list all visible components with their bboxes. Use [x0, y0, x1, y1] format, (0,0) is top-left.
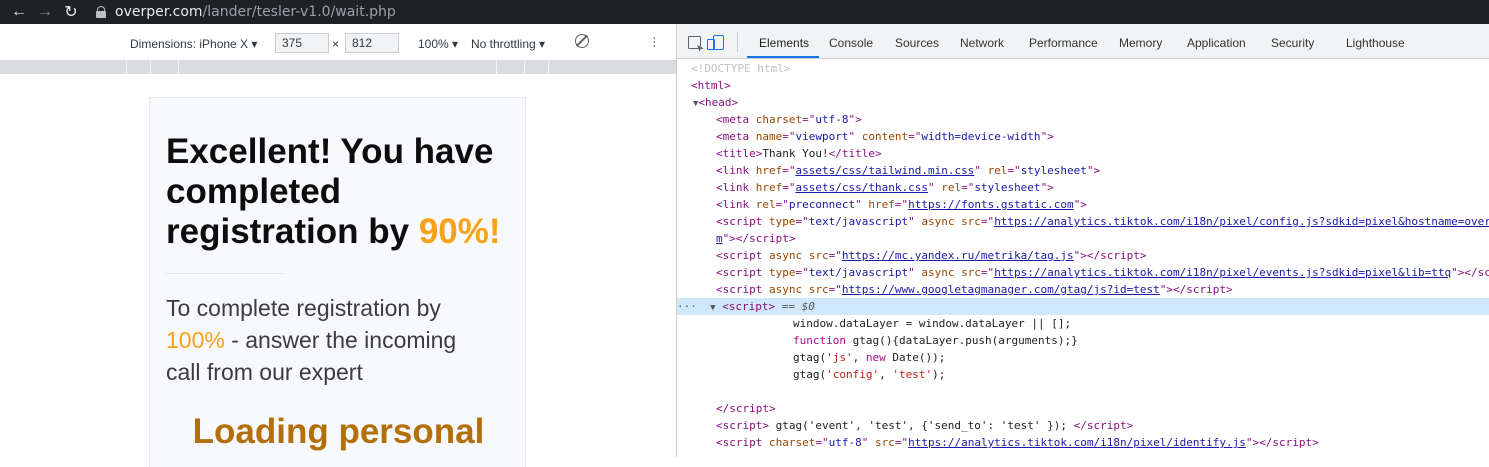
- more-options-icon[interactable]: · · ·: [652, 30, 657, 52]
- page-headline: Excellent! You have completed registrati…: [166, 132, 516, 252]
- dom-node-meta-charset[interactable]: <meta charset="utf-8">: [716, 111, 862, 128]
- reload-icon[interactable]: ↻: [58, 0, 84, 24]
- toggle-device-icon[interactable]: [707, 35, 724, 50]
- dom-node-meta-viewport[interactable]: <meta name="viewport" content="width=dev…: [716, 128, 1054, 145]
- back-icon[interactable]: ←: [6, 0, 32, 24]
- dom-node-link-thank[interactable]: <link href="assets/css/thank.css" rel="s…: [716, 179, 1054, 196]
- js-line-3: gtag('js', new Date());: [793, 351, 946, 364]
- device-toolbar: Dimensions: iPhone X ▾ × 100% ▾ No throt…: [0, 30, 676, 59]
- tab-sources[interactable]: Sources: [895, 36, 939, 50]
- rotate-icon[interactable]: [575, 34, 589, 48]
- browser-toolbar: ← → ↻ overper.com/lander/tesler-v1.0/wai…: [0, 0, 1489, 24]
- js-line-4: gtag('config', 'test');: [793, 368, 946, 381]
- address-bar[interactable]: overper.com/lander/tesler-v1.0/wait.php: [96, 4, 396, 20]
- height-input[interactable]: [345, 33, 399, 53]
- headline-percent: 90%!: [418, 212, 501, 251]
- times-sign: ×: [332, 37, 340, 51]
- js-line-2: function gtag(){dataLayer.push(arguments…: [793, 334, 1078, 347]
- page-card: Excellent! You have completed registrati…: [149, 97, 526, 467]
- dom-node-script-tiktok-events[interactable]: <script type="text/javascript" async src…: [716, 264, 1489, 281]
- collapse-triangle-icon[interactable]: ▼: [710, 303, 715, 313]
- dom-node-script-tiktok-config[interactable]: <script type="text/javascript" async src…: [716, 213, 1489, 230]
- dom-node-link-preconnect[interactable]: <link rel="preconnect" href="https://fon…: [716, 196, 1087, 213]
- tab-memory[interactable]: Memory: [1119, 36, 1162, 50]
- throttling-dropdown[interactable]: No throttling ▾: [471, 37, 545, 51]
- width-input[interactable]: [275, 33, 329, 53]
- dom-node-script-tiktok-config-cont[interactable]: m"></script>: [716, 230, 795, 247]
- device-emulation-pane: Dimensions: iPhone X ▾ × 100% ▾ No throt…: [0, 30, 676, 467]
- html-open-line[interactable]: <html>: [691, 77, 731, 94]
- tab-network[interactable]: Network: [960, 36, 1004, 50]
- url-host: overper.com: [115, 4, 203, 20]
- script-close-line[interactable]: </script>: [716, 400, 776, 417]
- zoom-dropdown[interactable]: 100% ▾: [418, 37, 458, 51]
- divider: [166, 273, 284, 274]
- dom-node-script-gtm[interactable]: <script async src="https://www.googletag…: [716, 281, 1233, 298]
- tab-elements[interactable]: Elements: [759, 36, 809, 50]
- dom-node-script-selected[interactable]: ··· ▼ <script> == $0: [677, 298, 1489, 315]
- forward-icon[interactable]: →: [32, 0, 58, 24]
- tab-performance[interactable]: Performance: [1029, 36, 1098, 50]
- subtext-percent: 100%: [166, 327, 225, 353]
- tab-application[interactable]: Application: [1187, 36, 1246, 50]
- tab-security[interactable]: Security: [1271, 36, 1314, 50]
- head-open-line[interactable]: ▼<head>: [693, 94, 738, 111]
- dom-node-script-gtag-event[interactable]: <script> gtag('event', 'test', {'send_to…: [716, 417, 1133, 434]
- url-path: /lander/tesler-v1.0/wait.php: [202, 4, 396, 20]
- doctype-line[interactable]: <!DOCTYPE html>: [691, 60, 790, 77]
- loading-heading: Loading personal: [192, 412, 485, 451]
- subtext-pre: To complete registration by: [166, 295, 441, 321]
- lock-icon: [96, 6, 106, 18]
- devtools-tabbar: Elements Console Sources Network Perform…: [677, 24, 1489, 59]
- tab-console[interactable]: Console: [829, 36, 873, 50]
- dom-node-title[interactable]: <title>Thank You!</title>: [716, 145, 882, 162]
- media-query-ruler[interactable]: [0, 60, 676, 74]
- inspect-element-icon[interactable]: [688, 36, 701, 49]
- dom-node-script-yandex[interactable]: <script async src="https://mc.yandex.ru/…: [716, 247, 1147, 264]
- dom-node-link-tailwind[interactable]: <link href="assets/css/tailwind.min.css"…: [716, 162, 1100, 179]
- dom-node-script-identify[interactable]: <script charset="utf-8" src="https://ana…: [716, 434, 1319, 451]
- active-tab-indicator: [747, 56, 819, 58]
- tab-lighthouse[interactable]: Lighthouse: [1346, 36, 1405, 50]
- dimensions-dropdown[interactable]: Dimensions: iPhone X ▾: [130, 37, 257, 51]
- subtext: To complete registration by 100% - answe…: [166, 292, 496, 388]
- devtools-panel: Elements Console Sources Network Perform…: [676, 24, 1489, 457]
- js-line-1: window.dataLayer = window.dataLayer || […: [793, 317, 1072, 330]
- separator: [737, 32, 738, 52]
